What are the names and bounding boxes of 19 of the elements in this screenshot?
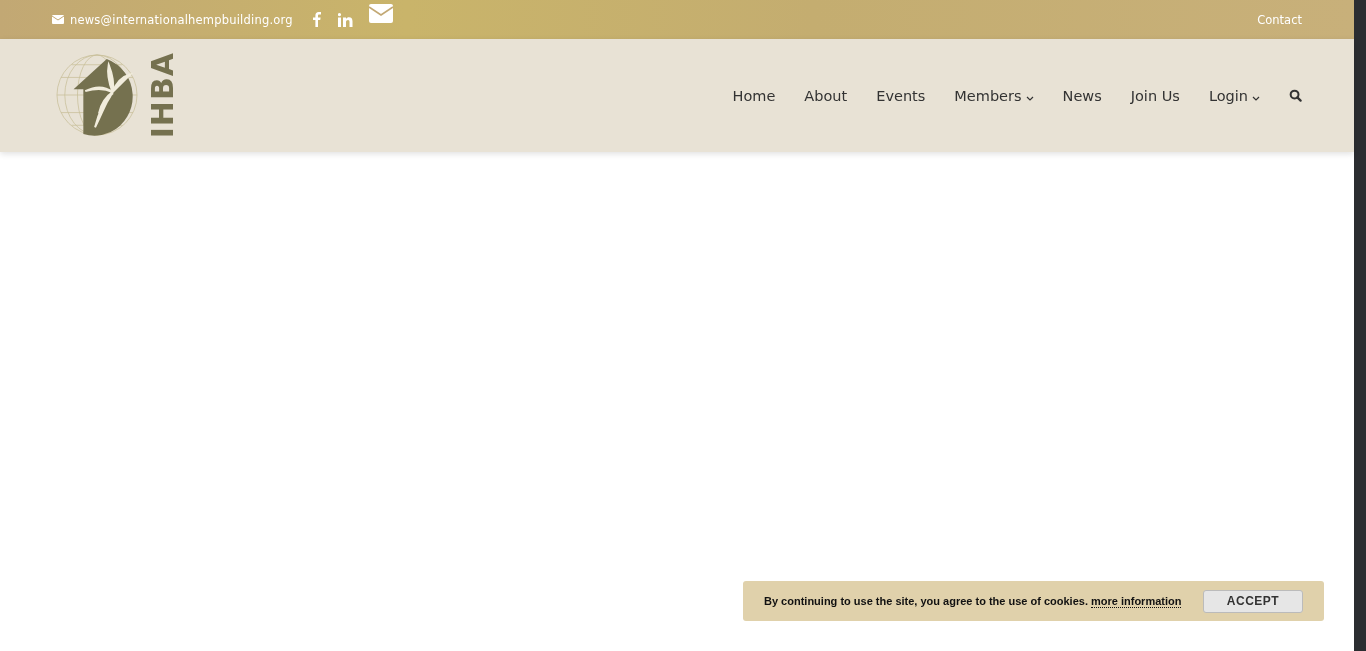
envelope-icon[interactable] xyxy=(368,4,393,23)
nav-link[interactable]: Events xyxy=(876,87,926,104)
more-information-link[interactable]: more information xyxy=(1091,595,1182,608)
logo-text: IHBA xyxy=(148,52,178,139)
nav-link[interactable]: Home xyxy=(732,87,776,104)
caret-icon xyxy=(1025,96,1034,101)
search-icon[interactable] xyxy=(1289,89,1302,102)
facebook-icon[interactable] xyxy=(312,12,321,27)
nav-link[interactable]: Join Us xyxy=(1130,87,1180,104)
globe-house-leaf-icon xyxy=(56,53,138,138)
envelope-icon xyxy=(52,15,64,24)
nav-link[interactable]: About xyxy=(804,87,848,104)
cookie-message: By continuing to use the site, you agree to the use of cookies. more information xyxy=(764,595,1182,607)
linkedin-icon[interactable] xyxy=(337,12,353,27)
nav-link[interactable]: News xyxy=(1062,87,1102,104)
accept-button[interactable]: ACCEPT xyxy=(1203,589,1303,613)
caret-icon xyxy=(1252,96,1260,101)
nav-link[interactable]: Login xyxy=(1208,87,1260,104)
nav-link[interactable]: Members xyxy=(954,87,1034,104)
